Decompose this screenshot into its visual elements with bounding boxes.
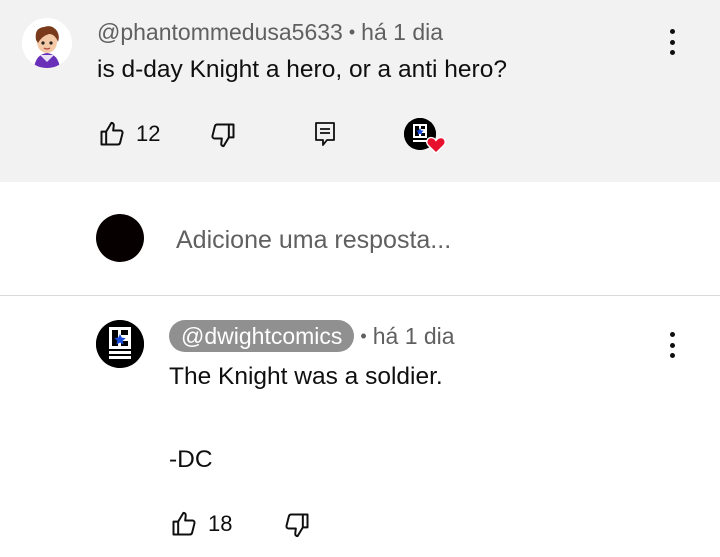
more-options-button[interactable] [662,330,682,360]
reply-meta: @dwightcomics • há 1 dia [169,320,455,352]
comment-text: is d-day Knight a hero, or a anti hero? [97,56,507,83]
author-name[interactable]: @phantommedusa5633 [97,19,343,46]
comment-meta: @phantommedusa5633 • há 1 dia [97,16,443,48]
like-count: 12 [136,121,161,146]
dislike-button[interactable] [209,121,237,149]
like-button[interactable]: 18 [170,510,232,538]
more-options-button[interactable] [662,27,682,57]
thumbs-down-icon [211,123,235,148]
channel-name-chip[interactable]: @dwightcomics [169,320,355,352]
comment-thread: @phantommedusa5633 • há 1 dia is d-day K… [0,0,720,557]
reply-text-line: The Knight was a soldier. [169,363,443,390]
reply-signature: -DC [169,446,213,473]
dot [669,29,675,34]
channel-avatar[interactable] [96,320,144,368]
comment-time[interactable]: há 1 dia [361,19,443,46]
reply-button[interactable] [314,121,336,147]
like-count: 18 [208,511,233,536]
divider [0,295,720,296]
current-user-avatar [96,214,144,262]
cartoon-avatar-icon [22,18,72,68]
thumbs-down-icon [285,513,309,538]
dot [669,342,675,348]
creator-heart-badge [404,118,446,156]
thumbs-up-icon [172,511,196,536]
meta-separator: • [360,325,367,346]
highlighted-comment: @phantommedusa5633 • há 1 dia is d-day K… [0,0,720,182]
dot [669,50,675,55]
thumbs-up-icon [100,121,124,146]
reply-comment-icon [315,122,335,146]
reply-input[interactable] [176,222,676,258]
dot [669,39,675,45]
like-button[interactable]: 12 [98,120,160,148]
meta-separator: • [348,21,356,42]
dot [669,353,675,358]
reply-time[interactable]: há 1 dia [373,323,455,350]
dc-logo-icon [96,320,144,368]
user-avatar[interactable] [22,18,72,68]
heart-icon [426,136,446,154]
dot [669,332,675,337]
dislike-button[interactable] [283,511,311,539]
